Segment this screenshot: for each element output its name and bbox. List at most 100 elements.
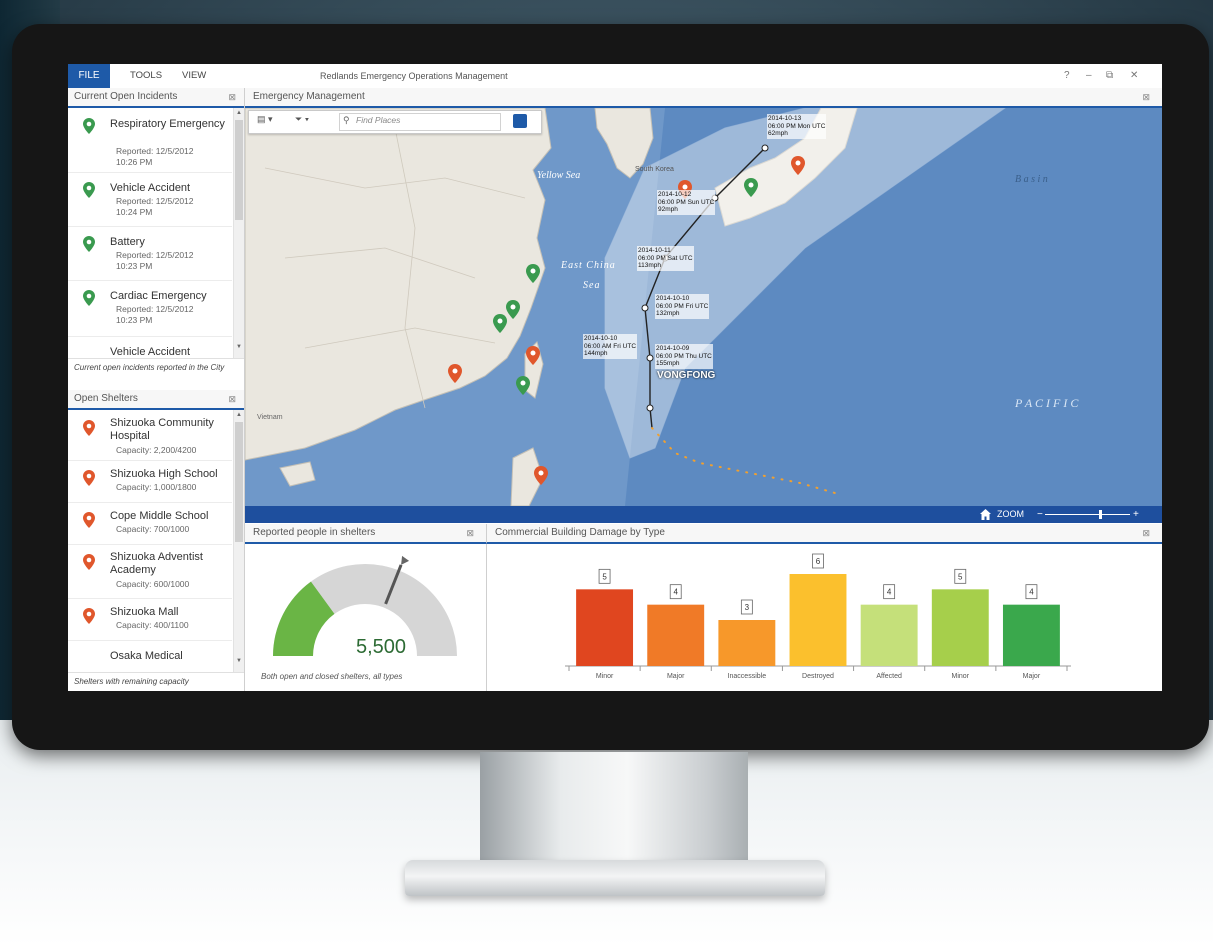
track-node [761, 144, 769, 152]
category-label: Affected [876, 673, 902, 680]
chart-panel-close-icon[interactable]: ⊠ [1142, 524, 1150, 542]
storm-name-label: VONGFONG [657, 370, 716, 381]
track-node [646, 354, 654, 362]
value-label: 5 [602, 572, 607, 581]
list-item[interactable]: Vehicle Accident [68, 336, 232, 358]
scroll-down-icon[interactable]: ▼ [234, 342, 244, 352]
track-label-date: 2014-10-11 [638, 247, 671, 254]
monitor-stand-base [405, 860, 825, 896]
incident-name: Vehicle Accident [110, 182, 191, 194]
scroll-thumb[interactable] [235, 422, 243, 542]
bar [647, 604, 705, 666]
gauge-footer: Both open and closed shelters, all types [261, 672, 403, 681]
list-item[interactable]: Respiratory Emergency Reported: 12/5/201… [68, 108, 232, 173]
incident-time: 10:24 PM [116, 207, 153, 217]
list-item[interactable]: Cardiac Emergency Reported: 12/5/2012 10… [68, 280, 232, 337]
incident-time: 10:23 PM [116, 261, 153, 271]
shelters-scrollbar[interactable]: ▲ ▼ [233, 410, 244, 672]
track-label: 2014-10-10 06:00 AM Fri UTC 144mph [583, 334, 638, 359]
close-button[interactable]: ✕ [1130, 64, 1138, 88]
scroll-down-icon[interactable]: ▼ [234, 656, 244, 666]
list-item[interactable]: Battery Reported: 12/5/2012 10:23 PM [68, 226, 232, 281]
incident-time: 10:23 PM [116, 315, 153, 325]
incidents-scrollbar[interactable]: ▲ ▼ [233, 108, 244, 358]
track-label-date: 2014-10-09 [656, 345, 690, 352]
gauge-panel-header: Reported people in shelters ⊠ [245, 524, 487, 544]
select-area-icon[interactable] [513, 114, 527, 128]
shelter-name: Shizuoka Community Hospital [110, 417, 214, 442]
track-node [641, 304, 649, 312]
gauge-panel-close-icon[interactable]: ⊠ [466, 524, 474, 542]
map-toolbar: ▤ ▾ ⏷ ▾ ⚲ Find Places [248, 110, 542, 134]
track-label-speed: 155mph [656, 360, 680, 367]
search-input[interactable]: ⚲ Find Places [339, 113, 501, 131]
bar [860, 604, 918, 666]
list-item[interactable]: Shizuoka High School Capacity: 1,000/180… [68, 460, 232, 503]
list-item[interactable]: Osaka Medical [68, 640, 232, 672]
menu-file[interactable]: FILE [68, 64, 110, 88]
shelter-capacity: Capacity: 600/1000 [116, 579, 190, 589]
bar [931, 589, 989, 666]
minimize-button[interactable]: – [1086, 64, 1092, 88]
incident-reported: Reported: 12/5/2012 [116, 196, 194, 206]
shelter-pin-icon [83, 608, 95, 624]
track-label-time: 06:00 PM Thu UTC [656, 352, 712, 360]
incidents-panel-title: Current Open Incidents [74, 91, 178, 102]
shelter-name: Osaka Medical [110, 650, 183, 662]
restore-button[interactable]: ⧉ [1106, 64, 1113, 88]
menu-bar: FILE TOOLS VIEW Redlands Emergency Opera… [68, 64, 1162, 89]
incidents-list: Respiratory Emergency Reported: 12/5/201… [68, 108, 244, 358]
map-view[interactable]: Yellow Sea East China Sea P A C I F I C … [245, 108, 1162, 506]
home-icon[interactable] [980, 509, 991, 520]
shelter-name: Shizuoka Adventist Academy [110, 551, 203, 576]
track-label-speed: 62mph [768, 130, 788, 137]
map-panel-title: Emergency Management [253, 91, 365, 102]
track-label-time: 06:00 PM Mon UTC [768, 122, 826, 130]
list-item[interactable]: Shizuoka Mall Capacity: 400/1100 [68, 598, 232, 641]
track-label-speed: 113mph [638, 262, 662, 269]
filter-icon[interactable]: ⏷ ▾ [295, 114, 309, 125]
incident-pin-icon [83, 236, 95, 252]
scroll-up-icon[interactable]: ▲ [234, 410, 244, 420]
shelters-panel-title: Open Shelters [74, 393, 138, 404]
map-panel-close-icon[interactable]: ⊠ [1142, 88, 1150, 106]
shelters-panel-header: Open Shelters ⊠ [68, 390, 244, 410]
value-label: 5 [958, 572, 963, 581]
map-label-east-china: East China [561, 260, 616, 271]
search-icon: ⚲ [343, 115, 350, 125]
list-item[interactable]: Cope Middle School Capacity: 700/1000 [68, 502, 232, 545]
menu-view[interactable]: VIEW [182, 64, 206, 88]
shelter-name: Shizuoka High School [110, 468, 218, 480]
incidents-panel-close-icon[interactable]: ⊠ [228, 88, 236, 106]
track-label-time: 06:00 AM Fri UTC [584, 342, 637, 350]
track-label: 2014-10-09 06:00 PM Thu UTC 155mph [655, 344, 713, 369]
list-item[interactable]: Vehicle Accident Reported: 12/5/2012 10:… [68, 172, 232, 227]
zoom-out-icon[interactable]: − [1037, 506, 1043, 523]
shelters-panel-close-icon[interactable]: ⊠ [228, 390, 236, 408]
incident-name: Cardiac Emergency [110, 290, 207, 302]
menu-tools[interactable]: TOOLS [130, 64, 162, 88]
track-node [646, 404, 654, 412]
category-label: Minor [952, 673, 970, 680]
incident-reported: Reported: 12/5/2012 [116, 304, 194, 314]
map-label-south-korea: South Korea [635, 166, 674, 173]
incident-name: Respiratory Emergency [110, 118, 225, 130]
shelters-list: Shizuoka Community Hospital Capacity: 2,… [68, 410, 244, 672]
list-item[interactable]: Shizuoka Community Hospital Capacity: 2,… [68, 410, 232, 461]
zoom-in-icon[interactable]: + [1133, 506, 1139, 523]
value-label: 4 [1029, 588, 1034, 597]
layers-icon[interactable]: ▤ ▾ [257, 114, 273, 125]
scroll-thumb[interactable] [235, 120, 243, 220]
incident-pin-icon [83, 182, 95, 198]
scroll-up-icon[interactable]: ▲ [234, 108, 244, 118]
help-button[interactable]: ? [1064, 64, 1070, 88]
zoom-slider-thumb[interactable] [1099, 510, 1102, 519]
zoom-slider-track[interactable] [1045, 514, 1130, 515]
track-label-date: 2014-10-10 [656, 295, 690, 302]
track-label: 2014-10-12 06:00 PM Sun UTC 92mph [657, 190, 716, 215]
bar [1002, 604, 1060, 666]
gauge-panel: 5,500 Both open and closed shelters, all… [245, 544, 487, 691]
incident-pin-icon [83, 118, 95, 134]
list-item[interactable]: Shizuoka Adventist Academy Capacity: 600… [68, 544, 232, 599]
track-label: 2014-10-11 06:00 PM Sat UTC 113mph [637, 246, 694, 271]
